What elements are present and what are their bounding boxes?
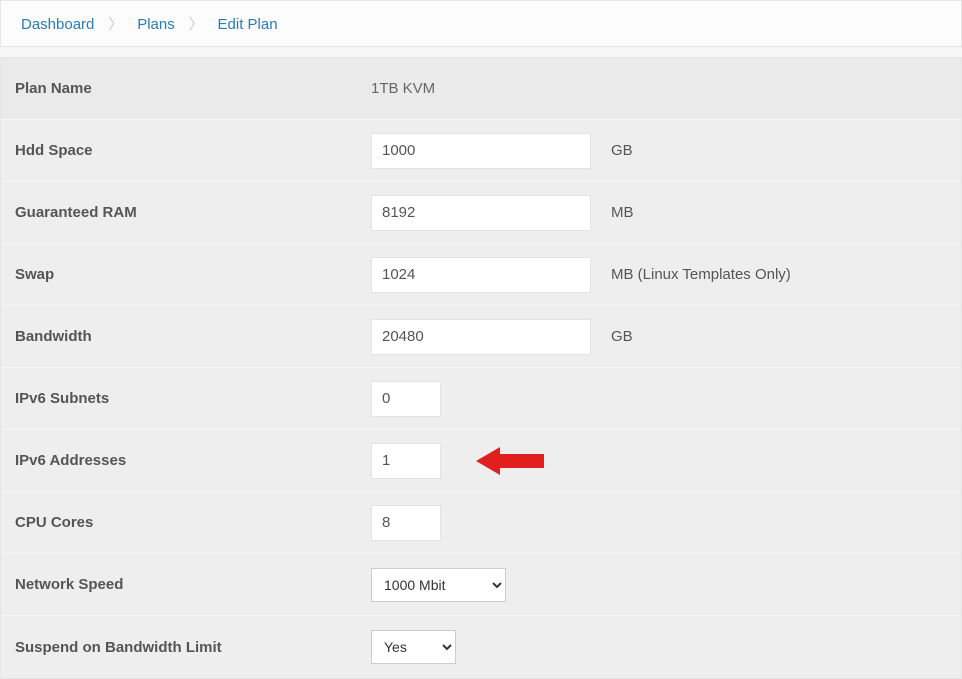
swap-input[interactable] — [371, 257, 591, 293]
ram-input[interactable] — [371, 195, 591, 231]
breadcrumb-dashboard[interactable]: Dashboard — [21, 16, 94, 33]
hdd-space-unit: GB — [611, 142, 633, 159]
plan-name-value: 1TB KVM — [371, 80, 435, 97]
network-speed-label: Network Speed — [1, 566, 361, 603]
suspend-select[interactable]: Yes — [371, 630, 456, 664]
row-ipv6-subnets: IPv6 Subnets — [1, 368, 961, 430]
swap-unit: MB (Linux Templates Only) — [611, 266, 791, 283]
ipv6-addresses-input[interactable] — [371, 443, 441, 479]
row-ipv6-addresses: IPv6 Addresses — [1, 430, 961, 492]
cpu-cores-input[interactable] — [371, 505, 441, 541]
hdd-space-label: Hdd Space — [1, 132, 361, 169]
ram-label: Guaranteed RAM — [1, 194, 361, 231]
row-network-speed: Network Speed 1000 Mbit — [1, 554, 961, 616]
edit-plan-form: Plan Name 1TB KVM Hdd Space GB Guarantee… — [0, 57, 962, 679]
ipv6-subnets-input[interactable] — [371, 381, 441, 417]
hdd-space-input[interactable] — [371, 133, 591, 169]
network-speed-select[interactable]: 1000 Mbit — [371, 568, 506, 602]
bandwidth-label: Bandwidth — [1, 318, 361, 355]
cpu-cores-label: CPU Cores — [1, 504, 361, 541]
swap-label: Swap — [1, 256, 361, 293]
suspend-label: Suspend on Bandwidth Limit — [1, 629, 361, 666]
breadcrumb-edit-plan[interactable]: Edit Plan — [218, 16, 278, 33]
breadcrumb-sep-icon: 〉 — [108, 16, 123, 33]
breadcrumb-sep-icon: 〉 — [189, 16, 204, 33]
row-bandwidth: Bandwidth GB — [1, 306, 961, 368]
ipv6-addresses-label: IPv6 Addresses — [1, 442, 361, 479]
arrow-annotation-icon — [476, 443, 548, 479]
row-cpu-cores: CPU Cores — [1, 492, 961, 554]
row-plan-name: Plan Name 1TB KVM — [1, 58, 961, 120]
row-ram: Guaranteed RAM MB — [1, 182, 961, 244]
breadcrumb-plans[interactable]: Plans — [137, 16, 175, 33]
plan-name-label: Plan Name — [1, 70, 361, 107]
bandwidth-input[interactable] — [371, 319, 591, 355]
row-hdd-space: Hdd Space GB — [1, 120, 961, 182]
ram-unit: MB — [611, 204, 634, 221]
ipv6-subnets-label: IPv6 Subnets — [1, 380, 361, 417]
breadcrumb: Dashboard 〉 Plans 〉 Edit Plan — [0, 0, 962, 47]
bandwidth-unit: GB — [611, 328, 633, 345]
row-swap: Swap MB (Linux Templates Only) — [1, 244, 961, 306]
row-suspend: Suspend on Bandwidth Limit Yes — [1, 616, 961, 678]
